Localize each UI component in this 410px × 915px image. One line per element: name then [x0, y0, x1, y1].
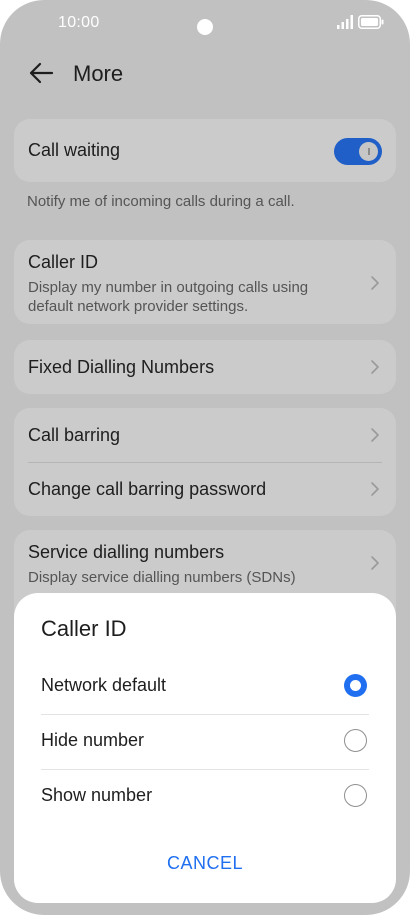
radio-unselected[interactable] — [344, 784, 367, 807]
call-barring-label: Call barring — [28, 425, 121, 445]
fixed-dialling-label: Fixed Dialling Numbers — [28, 357, 215, 377]
page-title: More — [73, 61, 124, 86]
call-waiting-row[interactable]: Call waiting — [14, 119, 396, 182]
chevron-right-icon — [371, 556, 379, 570]
option-label: Show number — [41, 785, 153, 805]
caller-id-subtitle-line1: Display my number in outgoing calls usin… — [28, 279, 309, 296]
option-network-default[interactable]: Network default — [41, 659, 369, 713]
caller-id-row[interactable]: Caller ID Display my number in outgoing … — [14, 240, 396, 324]
toggle-knob — [359, 142, 378, 161]
option-label: Network default — [41, 675, 167, 695]
dialog-title: Caller ID — [41, 616, 127, 641]
option-show-number[interactable]: Show number — [41, 769, 369, 823]
change-barring-password-row[interactable]: Change call barring password — [14, 463, 396, 516]
call-waiting-label: Call waiting — [28, 140, 121, 160]
status-bar: 10:00 — [0, 0, 410, 46]
service-dialling-subtitle: Display service dialling numbers (SDNs) — [28, 569, 296, 586]
call-barring-row[interactable]: Call barring — [14, 408, 396, 462]
call-barring-group: Call barring Change call barring passwor… — [14, 408, 396, 516]
cancel-button[interactable]: CANCEL — [14, 853, 396, 874]
phone-screen: 10:00 More Call waiting Notify me of inc… — [0, 0, 410, 915]
status-time: 10:00 — [58, 14, 100, 31]
option-label: Hide number — [41, 730, 145, 750]
caller-id-subtitle-line2: default network provider settings. — [28, 298, 249, 315]
chevron-right-icon — [371, 428, 379, 442]
chevron-right-icon — [371, 276, 379, 290]
chevron-right-icon — [371, 482, 379, 496]
call-waiting-toggle[interactable] — [334, 138, 382, 165]
service-dialling-label: Service dialling numbers — [28, 542, 225, 562]
option-hide-number[interactable]: Hide number — [41, 714, 369, 768]
signal-icon — [337, 15, 353, 29]
back-arrow-icon[interactable] — [28, 60, 54, 86]
chevron-right-icon — [371, 360, 379, 374]
caller-id-label: Caller ID — [28, 252, 99, 272]
top-app-bar: More — [0, 50, 410, 98]
change-barring-password-label: Change call barring password — [28, 479, 267, 499]
radio-unselected[interactable] — [344, 729, 367, 752]
caller-id-dialog: Caller ID Network default Hide number Sh… — [14, 593, 396, 903]
call-waiting-note: Notify me of incoming calls during a cal… — [27, 193, 295, 210]
camera-cutout — [197, 19, 213, 35]
battery-icon — [358, 15, 384, 29]
fixed-dialling-row[interactable]: Fixed Dialling Numbers — [14, 340, 396, 394]
radio-selected[interactable] — [344, 674, 367, 697]
